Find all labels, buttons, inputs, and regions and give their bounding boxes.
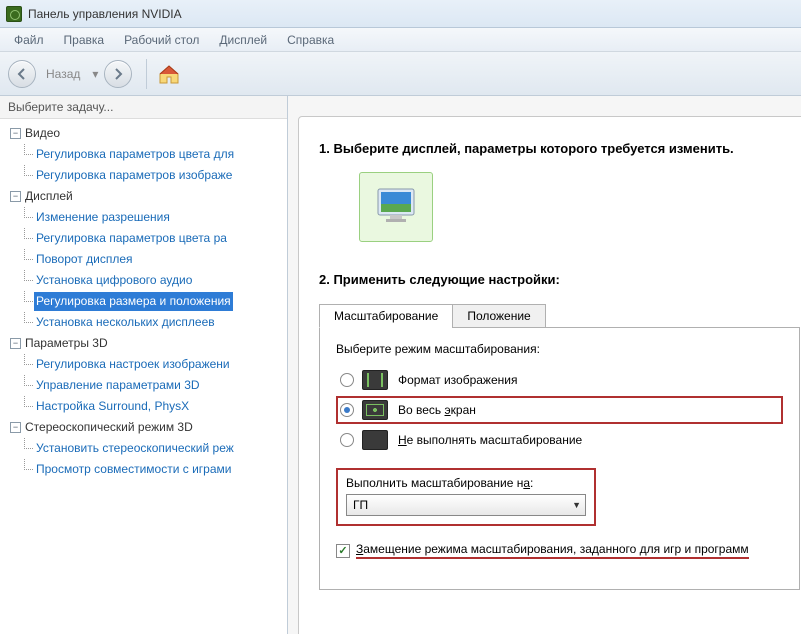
tree-group-video[interactable]: − Видео bbox=[10, 123, 287, 144]
tab-position[interactable]: Положение bbox=[452, 304, 545, 328]
tree-item-selected[interactable]: Регулировка размера и положения bbox=[34, 292, 233, 311]
tree-item[interactable]: Управление параметрами 3D bbox=[34, 376, 202, 395]
checkbox-checked-icon bbox=[336, 544, 350, 558]
menu-file[interactable]: Файл bbox=[4, 30, 54, 50]
menu-desktop[interactable]: Рабочий стол bbox=[114, 30, 209, 50]
display-selector[interactable] bbox=[359, 172, 433, 242]
content-area: 1. Выберите дисплей, параметры которого … bbox=[288, 96, 801, 634]
step2-title: 2. Применить следующие настройки: bbox=[319, 272, 800, 287]
back-dropdown-icon[interactable]: ▾ bbox=[92, 67, 98, 81]
arrow-left-icon bbox=[15, 67, 29, 81]
collapse-icon[interactable]: − bbox=[10, 338, 21, 349]
perform-on-label: Выполнить масштабирование на: bbox=[346, 476, 586, 490]
tree-group-display[interactable]: − Дисплей bbox=[10, 186, 287, 207]
tree-item[interactable]: Настройка Surround, PhysX bbox=[34, 397, 191, 416]
home-button[interactable] bbox=[157, 63, 181, 85]
collapse-icon[interactable]: − bbox=[10, 128, 21, 139]
collapse-icon[interactable]: − bbox=[10, 422, 21, 433]
nvidia-icon bbox=[6, 6, 22, 22]
titlebar: Панель управления NVIDIA bbox=[0, 0, 801, 28]
tree-item[interactable]: Установить стереоскопический реж bbox=[34, 439, 236, 458]
combo-value: ГП bbox=[353, 498, 368, 512]
tree-item[interactable]: Просмотр совместимости с играми bbox=[34, 460, 233, 479]
radio-fullscreen[interactable]: Во весь экран bbox=[336, 396, 783, 424]
back-button[interactable] bbox=[8, 60, 36, 88]
radio-icon-checked bbox=[340, 403, 354, 417]
tree-item[interactable]: Регулировка параметров цвета для bbox=[34, 145, 236, 164]
back-label: Назад bbox=[46, 67, 80, 81]
arrow-right-icon bbox=[111, 67, 125, 81]
monitor-icon bbox=[372, 183, 420, 231]
task-tree: − Видео Регулировка параметров цвета для… bbox=[0, 119, 287, 484]
tree-item[interactable]: Установка нескольких дисплеев bbox=[34, 313, 217, 332]
tabs: Масштабирование Положение bbox=[319, 303, 800, 328]
toolbar: Назад ▾ bbox=[0, 52, 801, 96]
radio-icon bbox=[340, 433, 354, 447]
tree-item[interactable]: Изменение разрешения bbox=[34, 208, 172, 227]
override-checkbox-row[interactable]: Замещение режима масштабирования, заданн… bbox=[336, 542, 783, 559]
tree-item[interactable]: Регулировка настроек изображени bbox=[34, 355, 232, 374]
menu-help[interactable]: Справка bbox=[277, 30, 344, 50]
tab-content-scaling: Выберите режим масштабирования: Формат и… bbox=[319, 328, 800, 590]
tree-item[interactable]: Поворот дисплея bbox=[34, 250, 135, 269]
home-icon bbox=[157, 63, 181, 85]
menu-edit[interactable]: Правка bbox=[54, 30, 115, 50]
perform-on-combo[interactable]: ГП ▼ bbox=[346, 494, 586, 516]
tree-item[interactable]: Установка цифрового аудио bbox=[34, 271, 194, 290]
tab-scaling[interactable]: Масштабирование bbox=[319, 304, 453, 328]
forward-button[interactable] bbox=[104, 60, 132, 88]
step1-title: 1. Выберите дисплей, параметры которого … bbox=[319, 141, 800, 156]
noscale-icon bbox=[362, 430, 388, 450]
scaling-mode-label: Выберите режим масштабирования: bbox=[336, 342, 783, 356]
collapse-icon[interactable]: − bbox=[10, 191, 21, 202]
perform-scaling-on-block: Выполнить масштабирование на: ГП ▼ bbox=[336, 468, 596, 526]
chevron-down-icon: ▼ bbox=[572, 500, 581, 510]
window-title: Панель управления NVIDIA bbox=[28, 7, 182, 21]
menu-display[interactable]: Дисплей bbox=[209, 30, 277, 50]
fullscreen-icon bbox=[362, 400, 388, 420]
radio-aspect-ratio[interactable]: Формат изображения bbox=[336, 366, 783, 394]
tree-group-3d[interactable]: − Параметры 3D bbox=[10, 333, 287, 354]
tree-group-stereo3d[interactable]: − Стереоскопический режим 3D bbox=[10, 417, 287, 438]
toolbar-separator bbox=[146, 59, 147, 89]
tree-item[interactable]: Регулировка параметров цвета ра bbox=[34, 229, 229, 248]
sidebar-header: Выберите задачу... bbox=[0, 96, 287, 119]
radio-no-scaling[interactable]: Не выполнять масштабирование bbox=[336, 426, 783, 454]
radio-icon bbox=[340, 373, 354, 387]
tree-item[interactable]: Регулировка параметров изображе bbox=[34, 166, 234, 185]
aspect-icon bbox=[362, 370, 388, 390]
menubar: Файл Правка Рабочий стол Дисплей Справка bbox=[0, 28, 801, 52]
sidebar: Выберите задачу... − Видео Регулировка п… bbox=[0, 96, 288, 634]
